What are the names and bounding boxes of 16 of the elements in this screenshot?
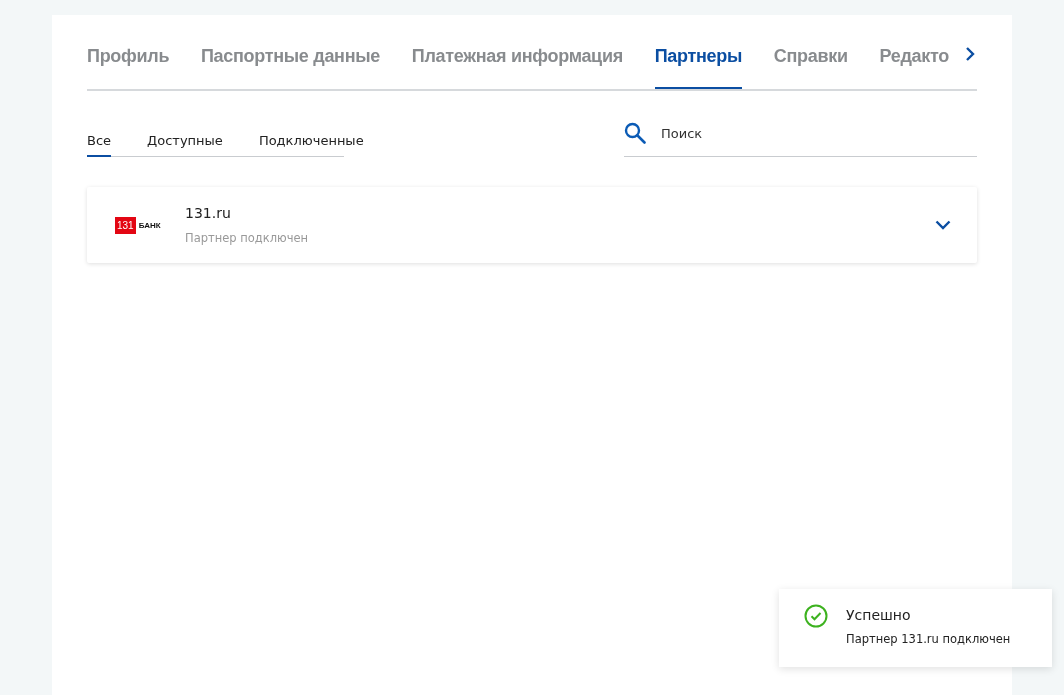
search-field[interactable]: Поиск <box>659 124 977 142</box>
logo-number: 131 <box>115 216 136 234</box>
toast-message: Партнер 131.ru подключен <box>846 632 1011 646</box>
check-circle-icon <box>804 604 828 628</box>
filter-tab[interactable]: Все <box>87 125 112 157</box>
filter-tab[interactable]: Доступные <box>147 125 223 157</box>
tab[interactable]: Партнеры <box>654 15 742 89</box>
toast-title: Успешно <box>846 607 912 623</box>
logo-text: БАНК <box>138 220 161 230</box>
filter-tab[interactable]: Подключенные <box>258 125 364 157</box>
chevron-right-icon[interactable] <box>963 47 977 63</box>
partner-name: 131.ru <box>185 205 232 221</box>
partner-status: Партнер подключен <box>185 231 310 245</box>
partner-card[interactable]: 131 БАНК 131.ru Партнер подключен <box>87 187 977 263</box>
chevron-down-icon[interactable] <box>935 220 951 230</box>
search-icon <box>624 122 646 144</box>
